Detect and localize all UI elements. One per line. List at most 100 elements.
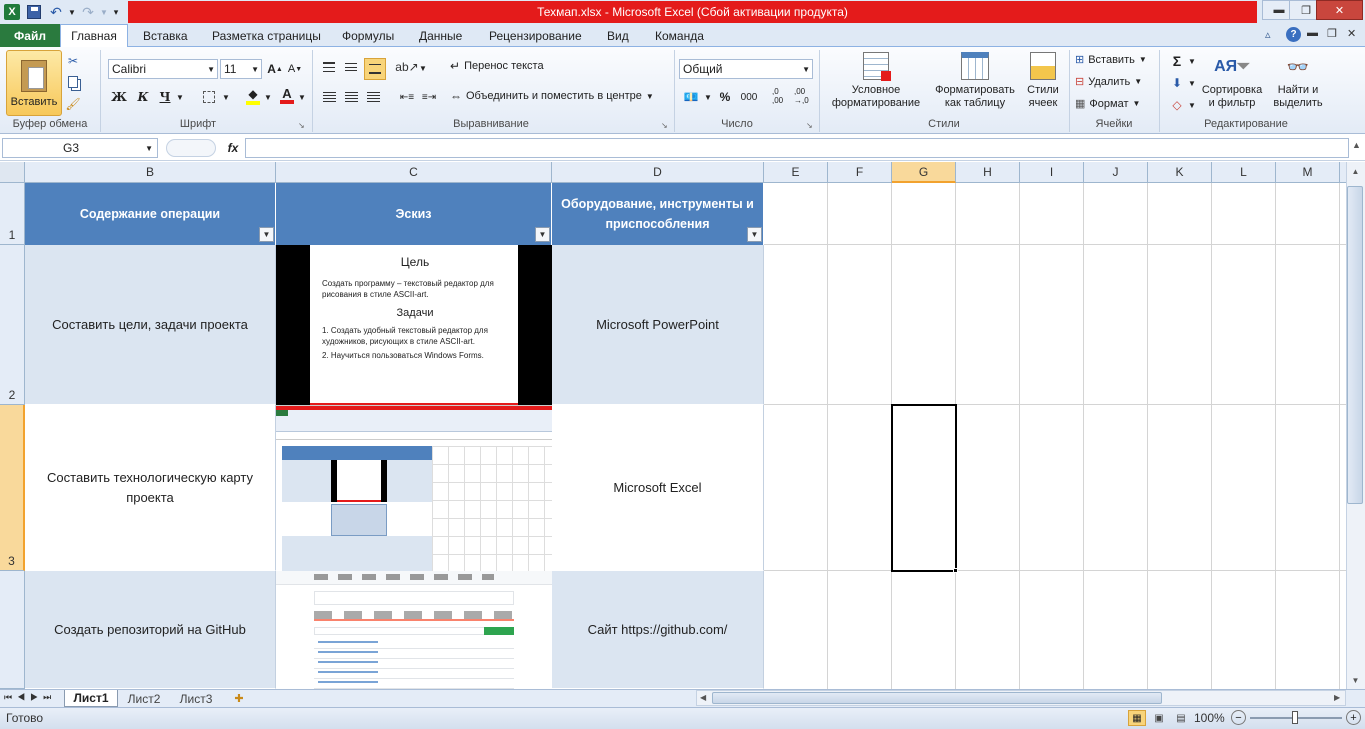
close-button[interactable]: ✕ [1316,0,1363,20]
github-screenshot-thumbnail-image[interactable] [276,571,552,689]
name-box[interactable]: G3 ▼ [2,138,158,158]
empty-cells-area[interactable] [764,183,1346,689]
horizontal-scroll-thumb[interactable] [712,692,1162,704]
decrease-decimal-button[interactable]: ,00 →,0 [794,87,809,105]
undo-icon[interactable]: ↶ [46,2,66,22]
select-all-corner[interactable] [0,162,25,183]
borders-dropdown-icon[interactable]: ▼ [222,93,230,102]
column-header-g[interactable]: G [892,162,956,183]
tab-team[interactable]: Команда [645,24,714,47]
scroll-left-icon[interactable]: ◀ [700,693,706,702]
find-select-button[interactable]: 👓 Найти и выделить [1268,52,1328,110]
format-painter-icon[interactable]: 🖌 [64,95,82,113]
number-dialog-launcher-icon[interactable]: ↘ [806,121,813,130]
wrap-text-button[interactable]: ↵ Перенос текста [450,59,544,73]
tab-formulas[interactable]: Формулы [332,24,404,47]
table-cell-operation[interactable]: Составить цели, задачи проекта [25,245,276,405]
scroll-down-icon[interactable]: ▼ [1349,674,1362,687]
row-header-4[interactable] [0,571,25,689]
tab-file[interactable]: Файл [0,24,60,47]
fill-dropdown-icon[interactable]: ▼ [1188,79,1196,88]
slide-thumbnail-image[interactable]: Цель Создать программу – текстовый редак… [276,245,552,405]
column-header-h[interactable]: H [956,162,1020,183]
underline-button[interactable]: Ч [156,88,174,106]
expand-formula-bar-icon[interactable]: ▲ [1352,140,1361,150]
paste-button[interactable]: Вставить [6,50,62,116]
align-bottom-icon[interactable] [364,58,386,80]
tab-data[interactable]: Данные [409,24,472,47]
orientation-icon[interactable]: ab↗ [395,58,418,76]
font-name-combo[interactable]: Calibri ▼ [108,59,218,79]
increase-indent-icon[interactable]: ≡⇥ [420,88,438,106]
column-header-i[interactable]: I [1020,162,1084,183]
column-header-f[interactable]: F [828,162,892,183]
doc-close-icon[interactable]: ✕ [1347,27,1356,40]
sort-filter-button[interactable]: АЯ ⏷ Сортировка и фильтр [1198,52,1266,110]
align-middle-icon[interactable] [342,58,360,76]
selected-cell-g3[interactable] [891,404,957,572]
page-layout-view-icon[interactable]: ▣ [1150,710,1168,726]
tab-page-layout[interactable]: Разметка страницы [202,24,331,47]
doc-restore-icon[interactable]: ❐ [1327,27,1337,40]
autosum-icon[interactable]: Σ [1168,52,1186,70]
column-header-j[interactable]: J [1084,162,1148,183]
format-as-table-button[interactable]: Форматировать как таблицу [929,52,1021,110]
currency-dropdown-icon[interactable]: ▼ [704,93,712,102]
tab-home[interactable]: Главная [60,24,128,47]
name-box-dropdown-icon[interactable]: ▼ [145,144,157,153]
autosum-dropdown-icon[interactable]: ▼ [1188,57,1196,66]
font-dialog-launcher-icon[interactable]: ↘ [298,121,307,130]
shrink-font-icon[interactable]: A ▼ [286,60,304,78]
thousands-button[interactable]: 000 [738,88,760,106]
borders-icon[interactable] [200,88,218,106]
cell-styles-button[interactable]: Стили ячеек [1020,52,1066,110]
redo-icon[interactable]: ↷ [78,2,98,22]
fill-color-dropdown-icon[interactable]: ▼ [264,93,272,102]
zoom-slider-thumb[interactable] [1292,711,1298,724]
tab-view[interactable]: Вид [597,24,639,47]
tab-insert[interactable]: Вставка [133,24,198,47]
italic-button[interactable]: К [134,88,152,106]
alignment-dialog-launcher-icon[interactable]: ↘ [661,121,668,130]
column-header-b[interactable]: B [25,162,276,183]
insert-function-button[interactable]: fx [222,138,244,158]
table-cell-operation[interactable]: Создать репозиторий на GitHub [25,571,276,689]
fill-color-icon[interactable]: ◆ [244,87,262,105]
copy-icon[interactable] [64,73,82,91]
delete-cells-button[interactable]: ⊟ Удалить ▼ [1075,75,1142,89]
bold-button[interactable]: Ж [110,88,128,106]
column-header-e[interactable]: E [764,162,828,183]
column-header-m[interactable]: M [1276,162,1340,183]
sheet-tab-2[interactable]: Лист2 [120,690,168,707]
column-header-l[interactable]: L [1212,162,1276,183]
minimize-ribbon-icon[interactable]: ▵ [1265,28,1279,42]
help-icon[interactable]: ? [1286,27,1301,42]
zoom-in-icon[interactable]: + [1346,710,1361,725]
zoom-out-icon[interactable]: − [1231,710,1246,725]
merge-center-button[interactable]: ⇔ Объединить и поместить в центре ▼ [450,89,654,103]
undo-dropdown-icon[interactable]: ▼ [68,2,76,22]
normal-view-icon[interactable]: ▦ [1128,710,1146,726]
row-header-2[interactable]: 2 [0,245,25,405]
orientation-dropdown-icon[interactable]: ▼ [419,64,427,73]
formula-input[interactable] [245,138,1349,158]
insert-cells-button[interactable]: ⊞ Вставить ▼ [1075,53,1147,67]
increase-decimal-button[interactable]: ,0 ,00 [772,87,783,105]
excel-logo-icon[interactable]: X [2,2,22,22]
align-left-icon[interactable] [320,88,338,106]
table-cell-operation[interactable]: Составить технологическую карту проекта [25,405,276,571]
table-cell-equipment[interactable]: Microsoft PowerPoint [552,245,764,405]
font-size-combo[interactable]: 11 ▼ [220,59,262,79]
filter-dropdown-icon[interactable]: ▼ [747,227,762,242]
row-header-1[interactable]: 1 [0,183,25,245]
table-cell-equipment[interactable]: Microsoft Excel [552,405,764,571]
decrease-indent-icon[interactable]: ⇤≡ [398,88,416,106]
sheet-navigation-icons[interactable]: ⏮◀▶⏭ [4,692,56,703]
percent-button[interactable]: % [716,88,734,106]
clear-dropdown-icon[interactable]: ▼ [1188,101,1196,110]
sheet-tab-3[interactable]: Лист3 [172,690,220,707]
align-center-icon[interactable] [342,88,360,106]
fill-handle[interactable] [953,568,958,573]
tab-review[interactable]: Рецензирование [479,24,592,47]
page-break-view-icon[interactable]: ▤ [1172,710,1190,726]
